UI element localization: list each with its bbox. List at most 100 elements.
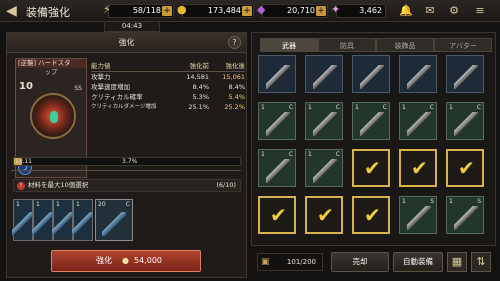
gem-counter: ◆ 20,710 +: [257, 4, 328, 18]
inventory-slot[interactable]: 1C: [305, 102, 343, 140]
weapon-icon: [12, 212, 32, 236]
inventory-slot[interactable]: 1C: [352, 102, 390, 140]
inventory-slot[interactable]: 1C: [305, 149, 343, 187]
stat-row: 攻撃力 14,581 15,061: [91, 73, 245, 81]
selected-inventory-slot[interactable]: [446, 149, 484, 187]
exp-progress-bar: Lv.11 3.7%: [13, 157, 241, 166]
token-counter: ✦ 3,462: [331, 4, 386, 18]
inventory-tabs: 武器 防具 装飾品 アバター: [260, 38, 492, 52]
enhance-panel: 強化 ? [逆襲] ハードスタ ップ 10 SS ⤴ 能力値 強化前 強化後 攻…: [6, 32, 247, 278]
material-slot[interactable]: 1: [12, 199, 33, 241]
top-bar: ◀ 装備強化 ⚡ 58/118 + ● 173,484 + ◆ 20,710 +…: [0, 0, 500, 22]
weapon-icon: [266, 65, 290, 89]
inventory-slot[interactable]: [258, 55, 296, 93]
material-slot[interactable]: 20 C: [95, 199, 133, 241]
exp-level-label: Lv.11: [16, 158, 32, 165]
inventory-panel: 武器 防具 装飾品 アバター 1C1C1C1C1C1C1C1S1S111S11: [251, 32, 496, 246]
exp-percent: 3.7%: [122, 158, 138, 165]
page-title: 装備強化: [26, 6, 70, 19]
weapon-icon: [52, 212, 72, 236]
mail-icon[interactable]: ✉: [422, 4, 438, 18]
gold-counter: ● 173,484 +: [177, 4, 254, 18]
selected-inventory-slot[interactable]: [258, 196, 296, 234]
item-name: [逆襲] ハードスタ: [16, 59, 86, 68]
weapon-icon: [266, 159, 290, 183]
gem-icon: ◆: [257, 3, 266, 16]
token-icon: ✦: [331, 3, 341, 16]
sort-icon[interactable]: ⇅: [471, 252, 491, 272]
notification-icon[interactable]: 🔔: [398, 4, 414, 18]
weapon-icon: [32, 212, 52, 236]
enhance-button[interactable]: 強化 ● 54,000: [51, 250, 201, 272]
item-grade: SS: [74, 85, 82, 92]
selected-inventory-slot[interactable]: [305, 196, 343, 234]
inventory-slot[interactable]: 1C: [258, 102, 296, 140]
gem-value: 20,710: [287, 6, 315, 15]
inventory-slot[interactable]: [446, 55, 484, 93]
inventory-slot[interactable]: 1S: [446, 196, 484, 234]
stat-row: クリティカルダメージ増加 25.1% 25.2%: [91, 103, 245, 111]
selected-inventory-slot[interactable]: [399, 149, 437, 187]
inventory-grid: 1C1C1C1C1C1C1C1S1S111S11: [256, 55, 494, 243]
weapon-icon: [407, 206, 431, 230]
menu-icon[interactable]: ≡: [472, 4, 488, 18]
item-level: 10: [19, 81, 33, 92]
material-notice: ! 材料を最大10個選択 (6/10): [13, 179, 241, 192]
tab-armor[interactable]: 防具: [318, 38, 376, 52]
gem-plus-button[interactable]: +: [316, 6, 326, 16]
back-icon[interactable]: ◀: [6, 2, 24, 20]
inventory-slot[interactable]: [399, 55, 437, 93]
auto-equip-button[interactable]: 自動装備: [393, 252, 443, 272]
weapon-icon: [360, 112, 384, 136]
gold-icon: ●: [122, 256, 129, 265]
help-icon[interactable]: ?: [228, 36, 241, 49]
inventory-slot[interactable]: 1C: [446, 102, 484, 140]
item-artwork-icon: [30, 93, 76, 139]
stamina-timer: 04:43: [104, 21, 160, 32]
gold-icon: ●: [177, 3, 187, 16]
stat-row: クリティカル確率 5.3% 5.4%: [91, 93, 245, 101]
material-count: (6/10): [216, 181, 236, 189]
inventory-slot[interactable]: 1S: [399, 196, 437, 234]
material-slot[interactable]: 1: [52, 199, 73, 241]
alert-icon: !: [17, 182, 25, 190]
stamina-icon: ⚡: [103, 3, 111, 16]
weapon-icon: [407, 65, 431, 89]
weapon-icon: [313, 65, 337, 89]
item-name-cont: ップ: [44, 68, 58, 76]
material-slot[interactable]: 1: [32, 199, 53, 241]
grid-view-icon[interactable]: ▦: [447, 252, 467, 272]
gold-plus-button[interactable]: +: [242, 6, 252, 16]
inventory-slot[interactable]: 1C: [399, 102, 437, 140]
inventory-actions: ▣ 101/200 売却 自動装備 ▦ ⇅: [251, 249, 496, 277]
stats-table: 能力値 強化前 強化後 攻撃力 14,581 15,061 攻撃速度増加 8.4…: [91, 60, 245, 112]
weapon-icon: [454, 112, 478, 136]
stats-header: 能力値 強化前 強化後: [91, 62, 245, 72]
weapon-icon: [313, 159, 337, 183]
stamina-plus-button[interactable]: +: [162, 6, 172, 16]
inventory-capacity: ▣ 101/200: [257, 253, 323, 271]
stat-row: 攻撃速度増加 8.4% 8.4%: [91, 83, 245, 91]
stamina-counter: ⚡ 58/118 +: [103, 4, 174, 18]
material-slot[interactable]: 1: [72, 199, 93, 241]
weapon-icon: [102, 212, 126, 236]
gold-value: 173,484: [207, 6, 241, 15]
weapon-icon: [407, 112, 431, 136]
weapon-icon: [360, 65, 384, 89]
selected-inventory-slot[interactable]: [352, 149, 390, 187]
inventory-slot[interactable]: [305, 55, 343, 93]
enhance-title: 強化: [7, 33, 246, 53]
tab-accessory[interactable]: 装飾品: [376, 38, 434, 52]
weapon-icon: [454, 206, 478, 230]
inventory-slot[interactable]: 1C: [258, 149, 296, 187]
tab-avatar[interactable]: アバター: [434, 38, 492, 52]
tab-weapon[interactable]: 武器: [260, 38, 318, 52]
bag-icon: ▣: [261, 257, 270, 267]
settings-icon[interactable]: ⚙: [446, 4, 462, 18]
inventory-slot[interactable]: [352, 55, 390, 93]
divider: [11, 170, 241, 171]
weapon-icon: [266, 112, 290, 136]
weapon-icon: [313, 112, 337, 136]
sell-button[interactable]: 売却: [331, 252, 389, 272]
selected-inventory-slot[interactable]: [352, 196, 390, 234]
